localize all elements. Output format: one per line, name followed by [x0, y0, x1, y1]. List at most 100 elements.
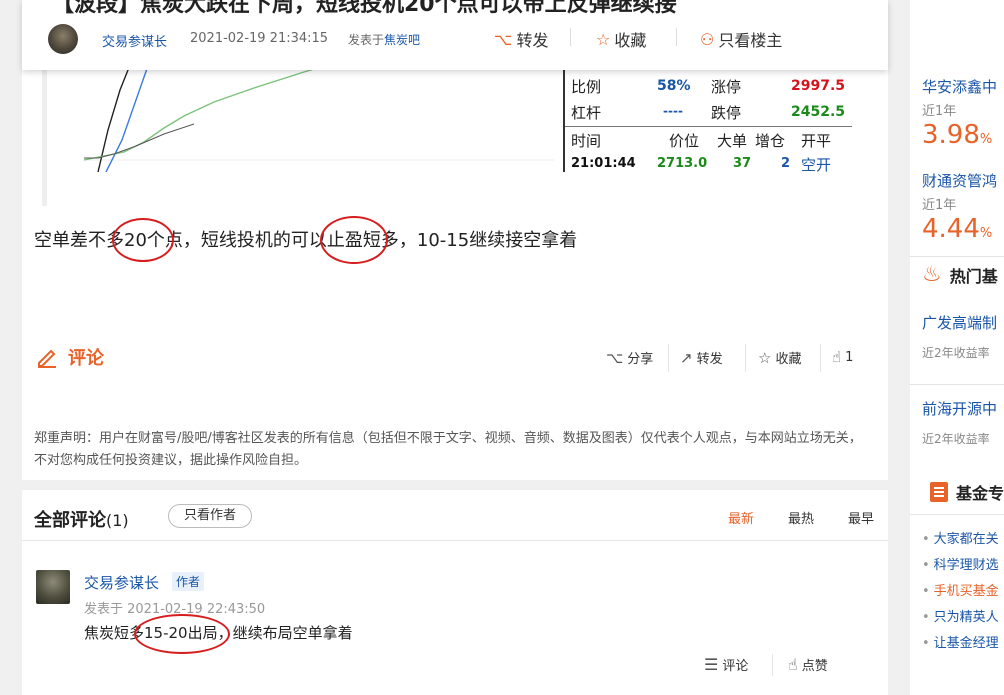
- write-comment-button[interactable]: 评论: [36, 344, 104, 370]
- right-sidebar: 华安添鑫中 近1年 3.98% 财通资管鸿 近1年 4.44% ♨ 热门基 广发…: [910, 0, 1004, 695]
- fund-zone-heading: 基金专: [930, 480, 1004, 504]
- repost-icon: ↗: [680, 348, 693, 367]
- header-only-op-button[interactable]: ⚇ 只看楼主: [700, 27, 782, 51]
- share-button[interactable]: ⌥ 分享: [606, 348, 654, 368]
- comments-divider: [22, 540, 888, 541]
- sidebar-divider: [910, 256, 1004, 257]
- fund-return-rate: 3.98%: [922, 120, 992, 150]
- hot-fund-link[interactable]: 前海开源中: [922, 398, 997, 419]
- share-icon: ⌥: [606, 348, 624, 367]
- leverage-value: ----: [663, 104, 683, 118]
- all-comments-heading: 全部评论(1): [34, 506, 129, 532]
- header-favorite-label: 收藏: [614, 31, 647, 50]
- sidebar-divider: [910, 384, 1004, 385]
- person-icon: ⚇: [700, 29, 715, 49]
- comment-reply-label: 评论: [722, 659, 749, 674]
- favorite-label: 收藏: [775, 352, 802, 367]
- col-time: 时间: [571, 132, 602, 150]
- share-label: 分享: [627, 352, 654, 367]
- fund-zone-title: 基金专: [956, 484, 1004, 503]
- row-position: 2: [781, 156, 791, 171]
- sidebar-link[interactable]: 只为精英人: [922, 606, 999, 625]
- fund-period: 近1年: [922, 198, 957, 213]
- leverage-label: 杠杆: [571, 104, 602, 122]
- disclaimer-text: 郑重声明：用户在财富号/股吧/博客社区发表的所有信息（包括但不限于文字、视频、音…: [34, 431, 862, 468]
- quote-divider: [565, 126, 852, 127]
- comment-like-label: 点赞: [801, 659, 828, 674]
- fund-period: 近1年: [922, 104, 957, 119]
- share-nodes-icon: ⌥: [494, 29, 513, 49]
- comment-reply-button[interactable]: ☰ 评论: [704, 655, 748, 674]
- sort-hot-tab[interactable]: 最热: [788, 508, 814, 527]
- sidebar-link[interactable]: 手机买基金: [922, 580, 999, 599]
- header-only-op-label: 只看楼主: [718, 31, 783, 50]
- sort-earliest-tab[interactable]: 最早: [848, 508, 874, 527]
- fund-name-link[interactable]: 财通资管鸿: [922, 170, 997, 191]
- comment-label: 评论: [68, 348, 104, 369]
- header-repost-button[interactable]: ⌥ 转发: [494, 27, 548, 51]
- published-in: 发表于焦炭吧: [348, 31, 420, 48]
- col-big-order: 大单: [717, 132, 748, 150]
- fund-rate-value: 3.98: [922, 120, 980, 150]
- price-curve-graphic: [84, 60, 554, 172]
- comment-avatar[interactable]: [36, 570, 70, 604]
- hot-fund-link[interactable]: 广发高端制: [922, 312, 997, 333]
- sort-latest-tab[interactable]: 最新: [728, 508, 754, 527]
- limit-up-label: 涨停: [711, 78, 742, 96]
- sticky-post-header: 【波段】焦炭大跌在下周，短线投机20个点可以带上反弹继续接 交易参谋长 2021…: [22, 0, 888, 70]
- post-title: 【波段】焦炭大跌在下周，短线投机20个点可以带上反弹继续接: [52, 0, 677, 17]
- repost-label: 转发: [696, 352, 723, 367]
- sidebar-divider: [910, 514, 1004, 515]
- action-divider: [668, 344, 669, 372]
- row-time: 21:01:44: [571, 156, 636, 171]
- col-open-close: 开平: [801, 132, 832, 150]
- published-prefix: 发表于: [348, 33, 385, 47]
- fund-name-link[interactable]: 华安添鑫中: [922, 76, 997, 97]
- author-name-link[interactable]: 交易参谋长: [102, 31, 167, 50]
- like-button[interactable]: ☝ 1: [832, 348, 853, 366]
- limit-down-label: 跌停: [711, 104, 742, 122]
- star-icon: ☆: [758, 348, 772, 367]
- sidebar-link[interactable]: 科学理财选: [922, 554, 999, 573]
- thumbs-up-icon: ☝: [788, 655, 798, 674]
- star-icon: ☆: [596, 29, 611, 49]
- limit-up-value: 2997.5: [791, 78, 846, 94]
- header-divider: [676, 28, 677, 46]
- fire-icon: ♨: [922, 262, 942, 287]
- bar-name-link[interactable]: 焦炭吧: [384, 33, 420, 47]
- hot-fund-sub: 近2年收益率: [922, 346, 990, 360]
- hot-funds-title: 热门基: [949, 266, 998, 286]
- repost-button[interactable]: ↗ 转发: [680, 348, 723, 368]
- pencil-icon: [38, 349, 56, 368]
- sidebar-link[interactable]: 大家都在关: [922, 528, 999, 547]
- speech-bubble-icon: ☰: [704, 655, 719, 674]
- hot-fund-sub: 近2年收益率: [922, 432, 990, 446]
- action-divider: [745, 344, 746, 372]
- quote-panel: 比例 58% 涨停 2997.5 杠杆 ---- 跌停 2452.5 时间 价位…: [563, 70, 852, 174]
- comment-like-button[interactable]: ☝ 点赞: [788, 655, 828, 674]
- only-author-button[interactable]: 只看作者: [168, 504, 252, 528]
- comment-action-divider: [772, 654, 773, 676]
- row-big-order: 37: [733, 156, 752, 171]
- ratio-label: 比例: [571, 78, 602, 96]
- author-avatar[interactable]: [48, 24, 78, 54]
- header-favorite-button[interactable]: ☆ 收藏: [596, 27, 646, 51]
- red-circle-annotation: [134, 614, 230, 654]
- fund-rate-value: 4.44: [922, 214, 980, 244]
- comment-author-link[interactable]: 交易参谋长: [84, 572, 159, 593]
- ratio-value: 58%: [657, 78, 691, 94]
- limit-down-value: 2452.5: [791, 104, 846, 120]
- header-repost-label: 转发: [516, 31, 549, 50]
- like-count: 1: [845, 349, 854, 365]
- action-divider: [820, 344, 821, 372]
- col-price: 价位: [669, 132, 700, 150]
- fund-return-rate: 4.44%: [922, 214, 992, 244]
- author-badge: 作者: [172, 572, 205, 591]
- sidebar-link[interactable]: 让基金经理: [922, 632, 999, 651]
- comment-count: (1): [106, 511, 129, 530]
- favorite-button[interactable]: ☆ 收藏: [758, 348, 802, 368]
- row-price: 2713.0: [657, 156, 708, 171]
- row-open-close: 空开: [801, 156, 832, 174]
- post-time: 2021-02-19 21:34:15: [190, 31, 329, 46]
- hot-funds-heading: ♨ 热门基: [922, 262, 998, 287]
